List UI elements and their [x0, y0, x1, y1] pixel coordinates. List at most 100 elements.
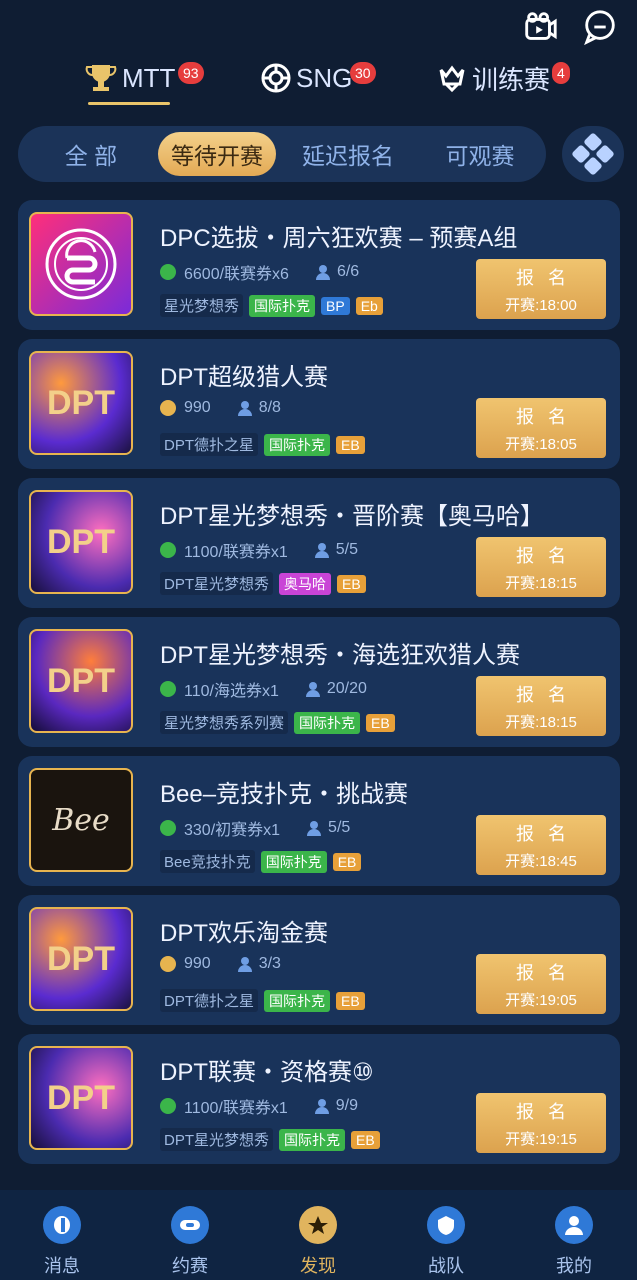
player-count: 9/9 — [335, 1097, 359, 1114]
filter-all[interactable]: 全 部 — [36, 126, 146, 182]
team-shield-icon — [427, 1206, 465, 1244]
player-count: 8/8 — [258, 399, 281, 416]
filter-watchable[interactable]: 可观赛 — [422, 126, 538, 182]
register-label: 报名 — [516, 962, 580, 983]
tag-row: DPT德扑之星 国际扑克 EB — [160, 989, 365, 1012]
points-icon — [160, 1098, 176, 1114]
person-icon — [237, 957, 252, 972]
register-label: 报名 — [516, 406, 580, 427]
tab-training[interactable]: 训练赛 4 — [436, 58, 570, 98]
nav-discover[interactable]: 发现 — [268, 1206, 368, 1278]
tab-mtt[interactable]: MTT 93 — [84, 58, 204, 98]
points-icon — [160, 681, 176, 697]
buy-in: 6600/联赛券x6 6/6 — [160, 260, 359, 284]
tag-row: DPT星光梦想秀 奥马哈 EB — [160, 572, 366, 595]
discover-icon — [299, 1206, 337, 1244]
filter-waiting[interactable]: 等待开赛 — [158, 132, 276, 176]
tournament-logo: Bee — [29, 768, 133, 872]
register-button[interactable]: 报名 开赛:18:05 — [476, 398, 606, 458]
tag: EB — [366, 713, 395, 732]
top-icons — [521, 8, 619, 46]
buy-in-value: 6600/联赛券x6 — [184, 266, 289, 283]
crown-shield-icon — [439, 65, 465, 93]
game-menu-button[interactable] — [562, 126, 624, 182]
nav-label: 战队 — [428, 1256, 464, 1276]
buy-in-value: 1100/联赛券x1 — [184, 1100, 288, 1117]
register-button[interactable]: 报名 开赛:18:15 — [476, 676, 606, 736]
nav-label: 发现 — [300, 1256, 336, 1276]
organizer: DPT星光梦想秀 — [160, 572, 274, 595]
person-icon — [305, 682, 320, 697]
nav-team[interactable]: 战队 — [396, 1206, 496, 1278]
tag: 奥马哈 — [279, 572, 332, 595]
register-button[interactable]: 报名 开赛:18:00 — [476, 259, 606, 319]
tab-sng[interactable]: SNG 30 — [260, 58, 376, 98]
register-label: 报名 — [516, 684, 580, 705]
bottom-navigation: 消息 约赛 发现 战队 我的 — [0, 1190, 637, 1280]
player-count: 5/5 — [335, 541, 359, 558]
players: 5/5 — [314, 541, 358, 559]
tournament-title: DPC选拔・周六狂欢赛 – 预赛A组 — [160, 225, 518, 252]
organizer: 星光梦想秀 — [160, 294, 244, 317]
camera-icon[interactable] — [521, 8, 559, 46]
person-icon — [314, 1099, 329, 1114]
person-icon — [307, 821, 322, 836]
players: 5/5 — [306, 819, 350, 837]
filter-bar: 全 部 等待开赛 延迟报名 可观赛 — [18, 126, 546, 182]
tournament-card[interactable]: DPT DPT联赛・资格赛⑩ 1100/联赛券x1 9/9 DPT星光梦想秀 国… — [18, 1034, 620, 1164]
tag: EB — [337, 574, 366, 593]
nav-messages[interactable]: 消息 — [12, 1206, 112, 1278]
filter-late-register[interactable]: 延迟报名 — [288, 126, 408, 182]
tournament-title: DPT联赛・资格赛⑩ — [160, 1059, 374, 1086]
organizer: DPT德扑之星 — [160, 433, 259, 456]
players: 20/20 — [305, 680, 367, 698]
buy-in-value: 990 — [184, 955, 211, 972]
cards-icon — [572, 133, 614, 175]
player-count: 5/5 — [328, 819, 351, 836]
buy-in-value: 990 — [184, 399, 211, 416]
tournament-logo: DPT — [29, 629, 133, 733]
tag-row: 星光梦想秀系列赛 国际扑克 EB — [160, 711, 395, 734]
person-icon — [237, 401, 252, 416]
tournament-card[interactable]: DPT DPT星光梦想秀・海选狂欢猎人赛 110/海选券x1 20/20 星光梦… — [18, 617, 620, 747]
tournament-logo — [29, 212, 133, 316]
register-button[interactable]: 报名 开赛:19:05 — [476, 954, 606, 1014]
message-icon[interactable] — [581, 8, 619, 46]
tournament-card[interactable]: DPT DPT超级猎人赛 990 8/8 DPT德扑之星 国际扑克 EB 报名 … — [18, 339, 620, 469]
register-label: 报名 — [516, 545, 580, 566]
start-time: 开赛:19:05 — [505, 991, 577, 1009]
tournament-title: DPT星光梦想秀・海选狂欢猎人赛 — [160, 642, 520, 669]
tag: 国际扑克 — [294, 711, 361, 734]
tab-bar: MTT 93 SNG 30 训练赛 4 — [0, 58, 637, 108]
buy-in: 1100/联赛券x1 5/5 — [160, 538, 358, 562]
tournament-title: DPT欢乐淘金赛 — [160, 920, 328, 947]
tournament-card[interactable]: Bee Bee–竞技扑克・挑战赛 330/初赛券x1 5/5 Bee竞技扑克 国… — [18, 756, 620, 886]
tag: BP — [321, 296, 350, 315]
badge-count: 30 — [350, 62, 376, 84]
tag: EB — [336, 435, 365, 454]
buy-in: 990 3/3 — [160, 955, 281, 973]
tournament-title: DPT超级猎人赛 — [160, 364, 328, 391]
player-count: 20/20 — [326, 680, 367, 697]
tournament-card[interactable]: DPC选拔・周六狂欢赛 – 预赛A组 6600/联赛券x6 6/6 星光梦想秀 … — [18, 200, 620, 330]
register-button[interactable]: 报名 开赛:19:15 — [476, 1093, 606, 1153]
tournament-card[interactable]: DPT DPT星光梦想秀・晋阶赛【奥马哈】 1100/联赛券x1 5/5 DPT… — [18, 478, 620, 608]
buy-in-value: 1100/联赛券x1 — [184, 544, 288, 561]
tournament-logo: DPT — [29, 351, 133, 455]
tournament-card[interactable]: DPT DPT欢乐淘金赛 990 3/3 DPT德扑之星 国际扑克 EB 报名 … — [18, 895, 620, 1025]
organizer: DPT星光梦想秀 — [160, 1128, 274, 1151]
start-time: 开赛:18:45 — [505, 852, 577, 870]
buy-in-value: 110/海选券x1 — [184, 683, 279, 700]
register-button[interactable]: 报名 开赛:18:45 — [476, 815, 606, 875]
tournament-title: DPT星光梦想秀・晋阶赛【奥马哈】 — [160, 503, 544, 530]
nav-label: 约赛 — [172, 1256, 208, 1276]
nav-matchmaking[interactable]: 约赛 — [140, 1206, 240, 1278]
buy-in: 330/初赛券x1 5/5 — [160, 816, 350, 840]
players: 8/8 — [237, 399, 281, 417]
tab-label: MTT — [122, 62, 176, 93]
register-button[interactable]: 报名 开赛:18:15 — [476, 537, 606, 597]
points-icon — [160, 264, 176, 280]
tournament-title: Bee–竞技扑克・挑战赛 — [160, 781, 409, 808]
tag: 国际扑克 — [279, 1128, 346, 1151]
nav-profile[interactable]: 我的 — [524, 1206, 624, 1278]
